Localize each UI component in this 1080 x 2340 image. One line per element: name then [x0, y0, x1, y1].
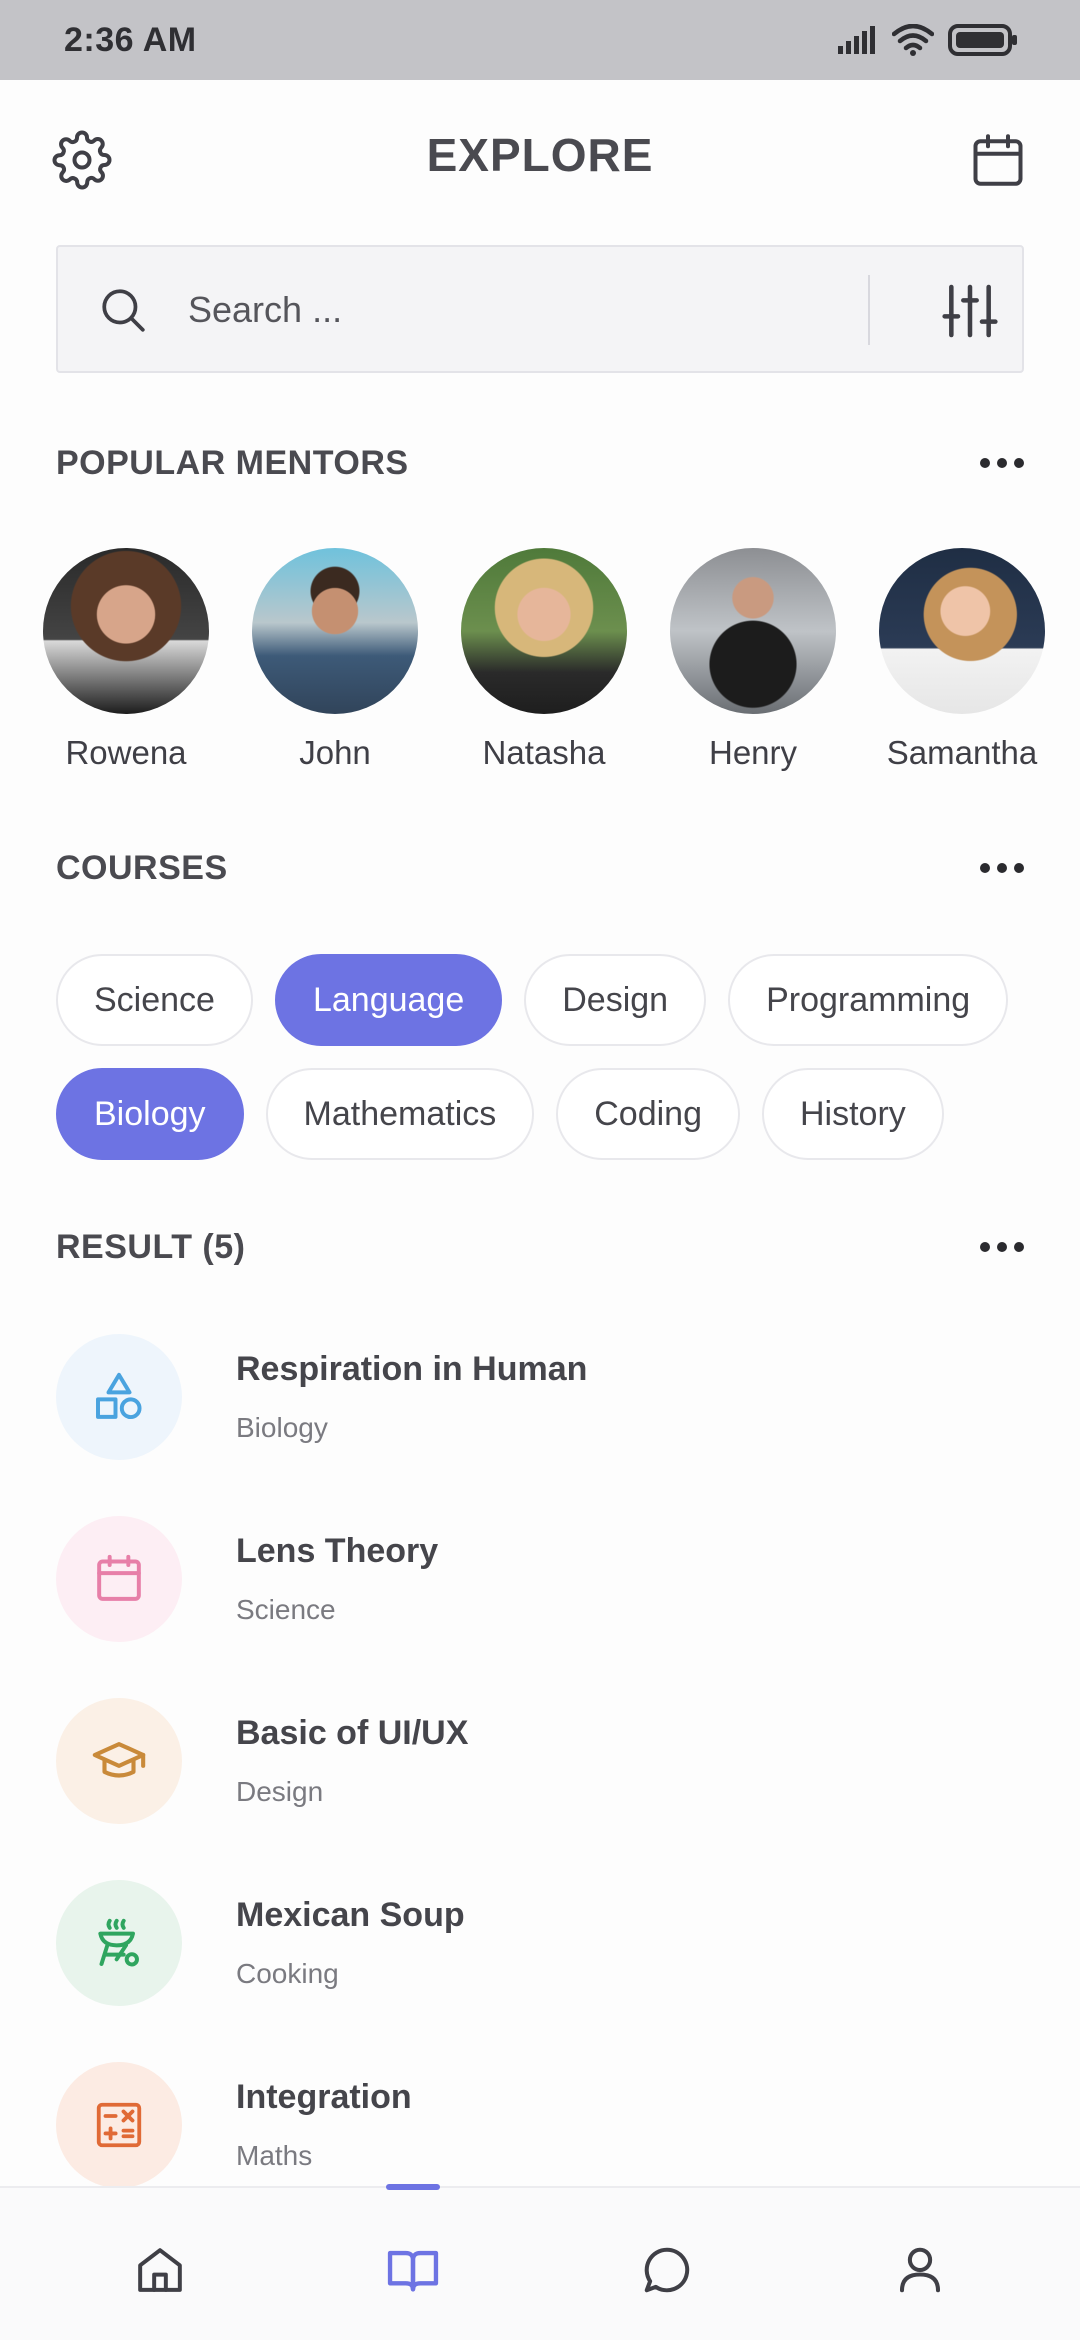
results-section-title: RESULT (5): [56, 1227, 246, 1266]
search-input[interactable]: [188, 277, 888, 343]
chat-icon: [644, 2247, 690, 2293]
calculator-icon: [96, 2102, 142, 2148]
result-icon-bg: [56, 1880, 182, 2006]
result-title: Respiration in Human: [236, 1350, 588, 1388]
graduation-cap-icon: [92, 1742, 146, 1778]
nav-chat[interactable]: [637, 2240, 697, 2300]
grill-icon: [98, 1918, 139, 1967]
search-divider: [868, 275, 870, 345]
mentor-natasha[interactable]: Natasha: [439, 548, 649, 772]
result-category: Maths: [236, 2140, 313, 2171]
battery-icon: [948, 24, 1017, 56]
search-bar: [56, 245, 1024, 373]
results-list: Respiration in Human Biology Lens Theory…: [56, 1330, 1024, 2240]
result-category: Science: [236, 1594, 336, 1625]
result-icon-bg: [56, 1516, 182, 1642]
mentor-rowena[interactable]: Rowena: [21, 548, 231, 772]
result-title: Integration: [236, 2078, 412, 2116]
mentor-name: Natasha: [482, 734, 606, 771]
result-title: Mexican Soup: [236, 1896, 465, 1934]
nav-home[interactable]: [130, 2240, 190, 2300]
mentors-section-title: POPULAR MENTORS: [56, 443, 409, 482]
list-item[interactable]: Basic of UI/UX Design: [56, 1694, 1024, 1876]
user-icon: [899, 2247, 941, 2293]
result-title: Basic of UI/UX: [236, 1714, 469, 1752]
status-icons: [838, 24, 1018, 56]
calendar-icon: [973, 134, 1023, 186]
mentor-name: Henry: [708, 734, 798, 771]
list-item[interactable]: Lens Theory Science: [56, 1512, 1024, 1694]
mentor-name: John: [299, 734, 371, 771]
avatar: [43, 548, 209, 714]
more-dot: [980, 1242, 990, 1252]
chip-row: Biology Mathematics Coding History: [56, 1068, 1036, 1160]
nav-active-indicator: [386, 2184, 440, 2190]
more-dot: [980, 458, 990, 468]
calendar-button[interactable]: [968, 130, 1028, 190]
avatar: [461, 548, 627, 714]
chip-biology[interactable]: Biology: [56, 1068, 244, 1160]
mentors-section-header: POPULAR MENTORS: [56, 433, 1024, 493]
result-category: Design: [236, 1776, 324, 1807]
chip-programming[interactable]: Programming: [728, 954, 1009, 1046]
mentors-list: Rowena John Natasha Henry Samantha: [0, 548, 1080, 788]
nav-courses[interactable]: [383, 2240, 443, 2300]
courses-section-title: COURSES: [56, 848, 228, 887]
book-icon: [387, 2250, 439, 2292]
results-section-header: RESULT (5): [56, 1217, 1024, 1277]
chip-language[interactable]: Language: [274, 954, 503, 1046]
list-item[interactable]: Mexican Soup Cooking: [56, 1876, 1024, 2058]
mentor-samantha[interactable]: Samantha: [857, 548, 1067, 772]
result-icon-bg: [56, 1334, 182, 1460]
bottom-nav: [0, 2184, 1080, 2340]
chip-row: Science Language Design Programming: [56, 954, 1036, 1046]
sliders-icon: [942, 284, 998, 338]
more-dot: [997, 1242, 1007, 1252]
chip-coding[interactable]: Coding: [556, 1068, 740, 1160]
shapes-icon: [96, 1372, 142, 1420]
nav-profile[interactable]: [890, 2240, 950, 2300]
chip-science[interactable]: Science: [56, 954, 253, 1046]
home-icon: [138, 2248, 182, 2292]
signal-icon: [838, 26, 875, 54]
header: EXPLORE: [0, 118, 1080, 198]
avatar: [670, 548, 836, 714]
course-chips: Science Language Design Programming Biol…: [56, 954, 1036, 1182]
more-dot: [1014, 458, 1024, 468]
list-item[interactable]: Respiration in Human Biology: [56, 1330, 1024, 1512]
mentor-john[interactable]: John: [230, 548, 440, 772]
result-icon-bg: [56, 1698, 182, 1824]
page-title: EXPLORE: [426, 129, 654, 181]
courses-more-button[interactable]: [964, 848, 1024, 888]
courses-section-header: COURSES: [56, 838, 1024, 898]
more-dot: [997, 458, 1007, 468]
result-category: Biology: [236, 1412, 328, 1443]
more-dot: [997, 863, 1007, 873]
mentor-henry[interactable]: Henry: [648, 548, 858, 772]
result-title: Lens Theory: [236, 1532, 439, 1570]
filter-button[interactable]: [938, 279, 1002, 343]
mentor-name: Samantha: [886, 734, 1038, 771]
chip-mathematics[interactable]: Mathematics: [265, 1068, 535, 1160]
result-icon-bg: [56, 2062, 182, 2188]
calendar-icon: [97, 1554, 141, 1601]
avatar: [879, 548, 1045, 714]
mentors-more-button[interactable]: [964, 443, 1024, 483]
mentor-name: Rowena: [65, 734, 187, 771]
search-icon: [102, 289, 145, 332]
wifi-icon: [892, 24, 934, 56]
status-time: 2:36 AM: [64, 20, 197, 59]
more-dot: [1014, 1242, 1024, 1252]
result-category: Cooking: [236, 1958, 339, 1989]
chip-history[interactable]: History: [762, 1068, 944, 1160]
status-bar: 2:36 AM: [0, 0, 1080, 80]
avatar: [252, 548, 418, 714]
more-dot: [1014, 863, 1024, 873]
results-more-button[interactable]: [964, 1227, 1024, 1267]
chip-design[interactable]: Design: [524, 954, 707, 1046]
more-dot: [980, 863, 990, 873]
